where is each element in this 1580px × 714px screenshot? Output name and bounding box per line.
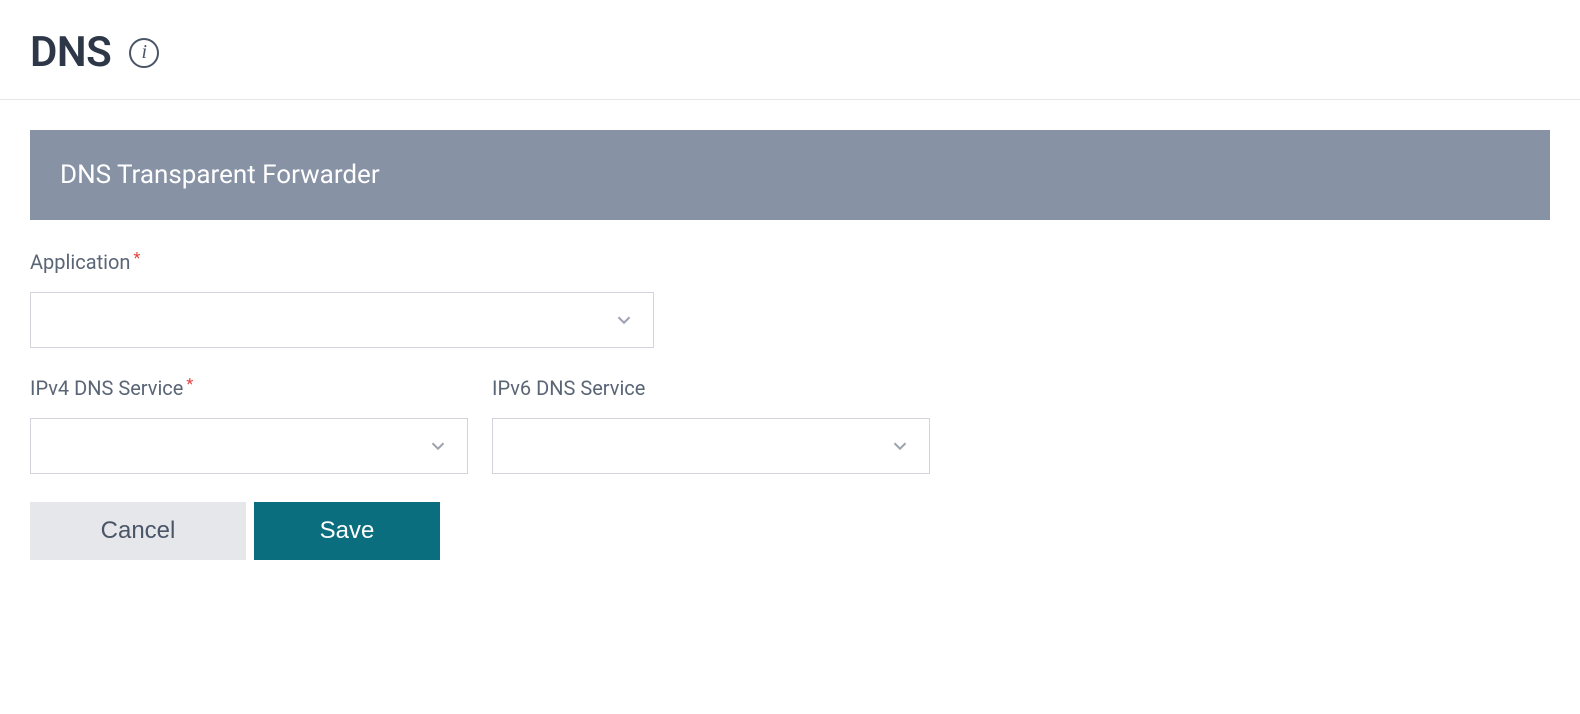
page-content: DNS Transparent Forwarder Application * … [0, 100, 1580, 590]
info-icon[interactable]: i [129, 38, 159, 68]
cancel-button[interactable]: Cancel [30, 502, 246, 560]
ipv6-field: IPv6 DNS Service [492, 376, 930, 474]
required-indicator: * [133, 250, 140, 266]
ipv4-label: IPv4 DNS Service [30, 376, 183, 400]
section-header: DNS Transparent Forwarder [30, 130, 1550, 220]
page-header: DNS i [0, 0, 1580, 100]
info-icon-glyph: i [141, 42, 147, 62]
application-label-row: Application * [30, 250, 1550, 274]
ipv6-label-row: IPv6 DNS Service [492, 376, 930, 400]
application-field: Application * [30, 250, 1550, 348]
application-field-row: Application * [30, 250, 1550, 348]
ipv4-label-row: IPv4 DNS Service * [30, 376, 468, 400]
button-row: Cancel Save [30, 502, 1550, 560]
ipv4-field: IPv4 DNS Service * [30, 376, 468, 474]
section-title: DNS Transparent Forwarder [60, 160, 380, 190]
application-select[interactable] [30, 292, 654, 348]
page-title: DNS [30, 28, 111, 77]
dns-services-row: IPv4 DNS Service * IPv6 DNS Service [30, 376, 1550, 474]
ipv6-select[interactable] [492, 418, 930, 474]
chevron-down-icon [427, 435, 449, 457]
page-root: DNS i DNS Transparent Forwarder Applicat… [0, 0, 1580, 590]
ipv6-label: IPv6 DNS Service [492, 376, 645, 400]
chevron-down-icon [889, 435, 911, 457]
chevron-down-icon [613, 309, 635, 331]
save-button[interactable]: Save [254, 502, 440, 560]
application-label: Application [30, 250, 130, 274]
ipv4-select[interactable] [30, 418, 468, 474]
required-indicator: * [186, 376, 193, 392]
